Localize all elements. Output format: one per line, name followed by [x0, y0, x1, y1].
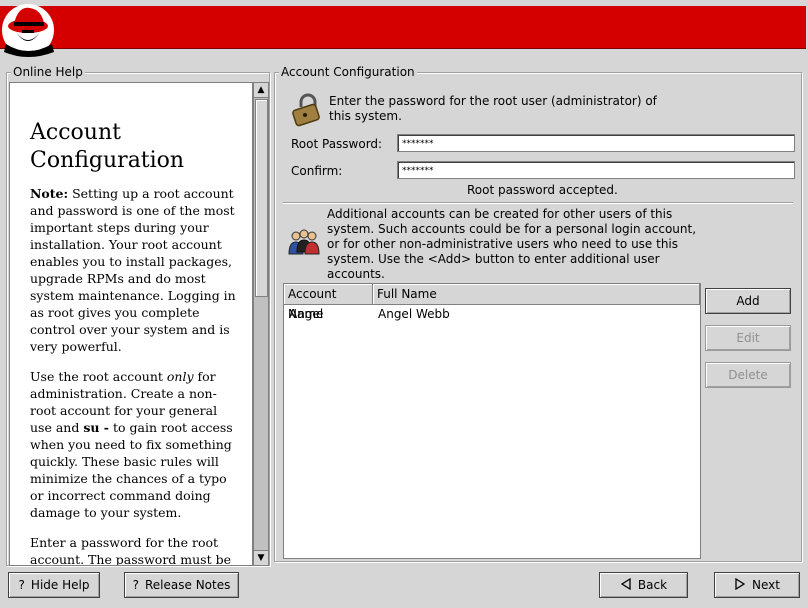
redhat-logo — [2, 4, 54, 57]
cell-account-name: Angel — [289, 307, 324, 321]
users-icon — [288, 229, 320, 255]
release-notes-button[interactable]: ? Release Notes — [124, 572, 239, 598]
cell-full-name: Angel Webb — [378, 307, 450, 321]
help-icon: ? — [132, 578, 139, 592]
root-password-input[interactable]: ******* — [397, 134, 795, 152]
next-arrow-icon — [735, 578, 746, 590]
root-password-prompt: Enter the password for the root user (ad… — [329, 94, 657, 123]
header-banner — [0, 0, 808, 57]
add-button[interactable]: Add — [705, 288, 791, 314]
account-config-legend: Account Configuration — [279, 65, 417, 79]
help-title: Account Configuration — [30, 120, 185, 173]
password-status: Root password accepted. — [467, 183, 618, 197]
section-divider — [283, 202, 793, 204]
back-button[interactable]: Back — [599, 572, 688, 598]
next-button[interactable]: Next — [714, 572, 800, 598]
scrollbar-up-icon[interactable]: ▲ — [254, 83, 268, 98]
online-help-frame: Online Help Account Configuration Note: S… — [6, 65, 270, 566]
additional-accounts-text: Additional accounts can be created for o… — [327, 207, 697, 281]
hide-help-button[interactable]: ? Hide Help — [8, 572, 100, 598]
help-paragraph-root-usage: Use the root account only for administra… — [30, 369, 233, 520]
delete-button[interactable]: Delete — [705, 362, 791, 388]
edit-button[interactable]: Edit — [705, 325, 791, 351]
help-paragraph-note: Note: Setting up a root account and pass… — [30, 186, 236, 354]
help-paragraph-password: Enter a password for the root account. T… — [30, 535, 231, 566]
scrollbar-thumb[interactable] — [255, 99, 268, 297]
help-text-area[interactable]: Account Configuration Note: Setting up a … — [9, 82, 253, 566]
lock-icon — [292, 93, 320, 127]
user-accounts-list[interactable]: Account Name Full Name Angel Angel Webb — [283, 283, 701, 559]
scrollbar-down-icon[interactable]: ▼ — [254, 550, 268, 565]
banner-red-bar — [0, 6, 806, 49]
list-header: Account Name Full Name — [284, 284, 700, 321]
back-arrow-icon — [620, 578, 631, 590]
help-icon: ? — [18, 578, 25, 592]
online-help-legend: Online Help — [11, 65, 85, 79]
column-full-name[interactable]: Full Name — [373, 284, 700, 304]
confirm-label: Confirm: — [291, 164, 343, 178]
help-scrollbar[interactable]: ▲ ▼ — [253, 82, 269, 566]
confirm-password-input[interactable]: ******* — [397, 161, 795, 179]
table-row[interactable]: Angel Angel Webb — [284, 306, 700, 322]
column-account-name[interactable]: Account Name — [284, 284, 373, 321]
root-password-label: Root Password: — [291, 137, 383, 151]
account-config-frame: Account Configuration Enter the password… — [274, 65, 802, 562]
